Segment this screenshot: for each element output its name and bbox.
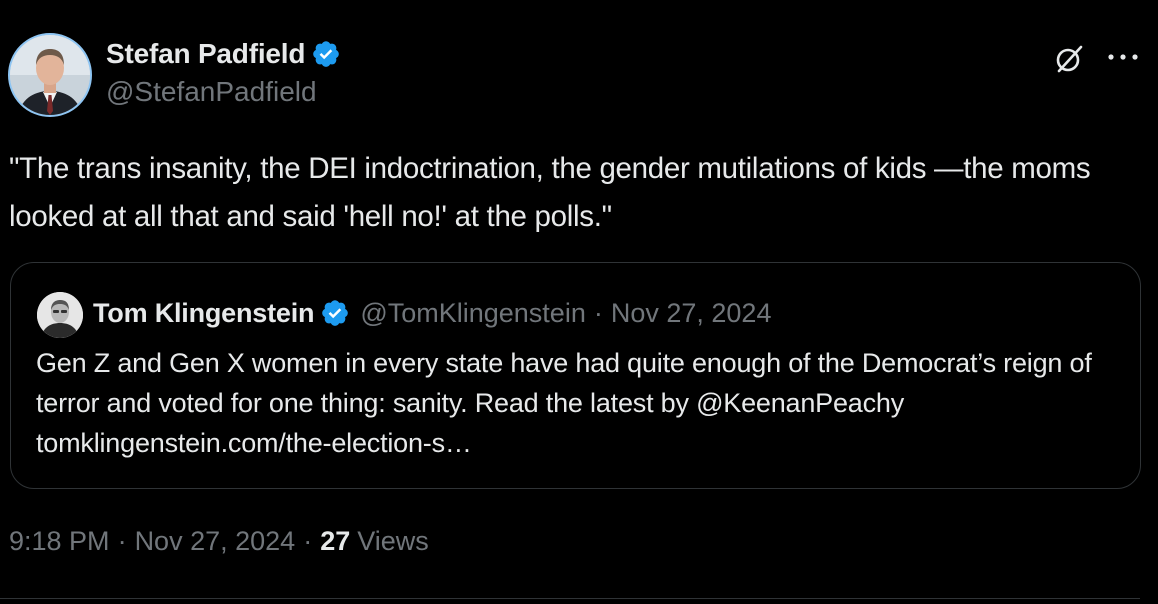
quoted-author-handle: @TomKlingenstein [360, 297, 586, 328]
quoted-author-name: Tom Klingenstein [93, 297, 315, 328]
author-handle[interactable]: @StefanPadfield [106, 76, 341, 108]
grok-icon[interactable] [1053, 43, 1085, 75]
tweet-card: Stefan Padfield @StefanPadfield "The tra… [0, 0, 1158, 604]
views-count[interactable]: 27 [320, 526, 350, 557]
meta-separator: · [117, 526, 127, 556]
quoted-text: Gen Z and Gen X women in every state hav… [36, 348, 1092, 458]
verified-badge-icon [322, 300, 349, 326]
views-label[interactable]: Views [357, 526, 429, 557]
quoted-header: Tom Klingenstein @TomKlingenstein · Nov … [93, 293, 771, 333]
tweet-text: "The trans insanity, the DEI indoctrinat… [9, 152, 1091, 233]
tweet-date[interactable]: Nov 27, 2024 [135, 526, 296, 557]
quoted-author-avatar-image [37, 292, 83, 338]
meta-separator: · [303, 526, 313, 556]
divider [0, 598, 1140, 599]
author-name[interactable]: Stefan Padfield [106, 38, 305, 70]
quoted-tweet[interactable]: Tom Klingenstein @TomKlingenstein · Nov … [10, 262, 1141, 489]
more-options-icon[interactable] [1106, 51, 1140, 63]
verified-badge-icon[interactable] [311, 39, 341, 69]
author-avatar-image [10, 35, 90, 115]
quoted-author-avatar[interactable] [37, 292, 83, 338]
author-block: Stefan Padfield @StefanPadfield [106, 36, 341, 108]
tweet-time[interactable]: 9:18 PM [9, 526, 110, 557]
quoted-date: Nov 27, 2024 [610, 297, 772, 328]
author-name-row: Stefan Padfield [106, 36, 341, 72]
author-avatar[interactable] [8, 33, 92, 117]
tweet-meta: 9:18 PM · Nov 27, 2024 · 27 Views [9, 526, 429, 557]
quoted-separator: · [593, 297, 603, 328]
